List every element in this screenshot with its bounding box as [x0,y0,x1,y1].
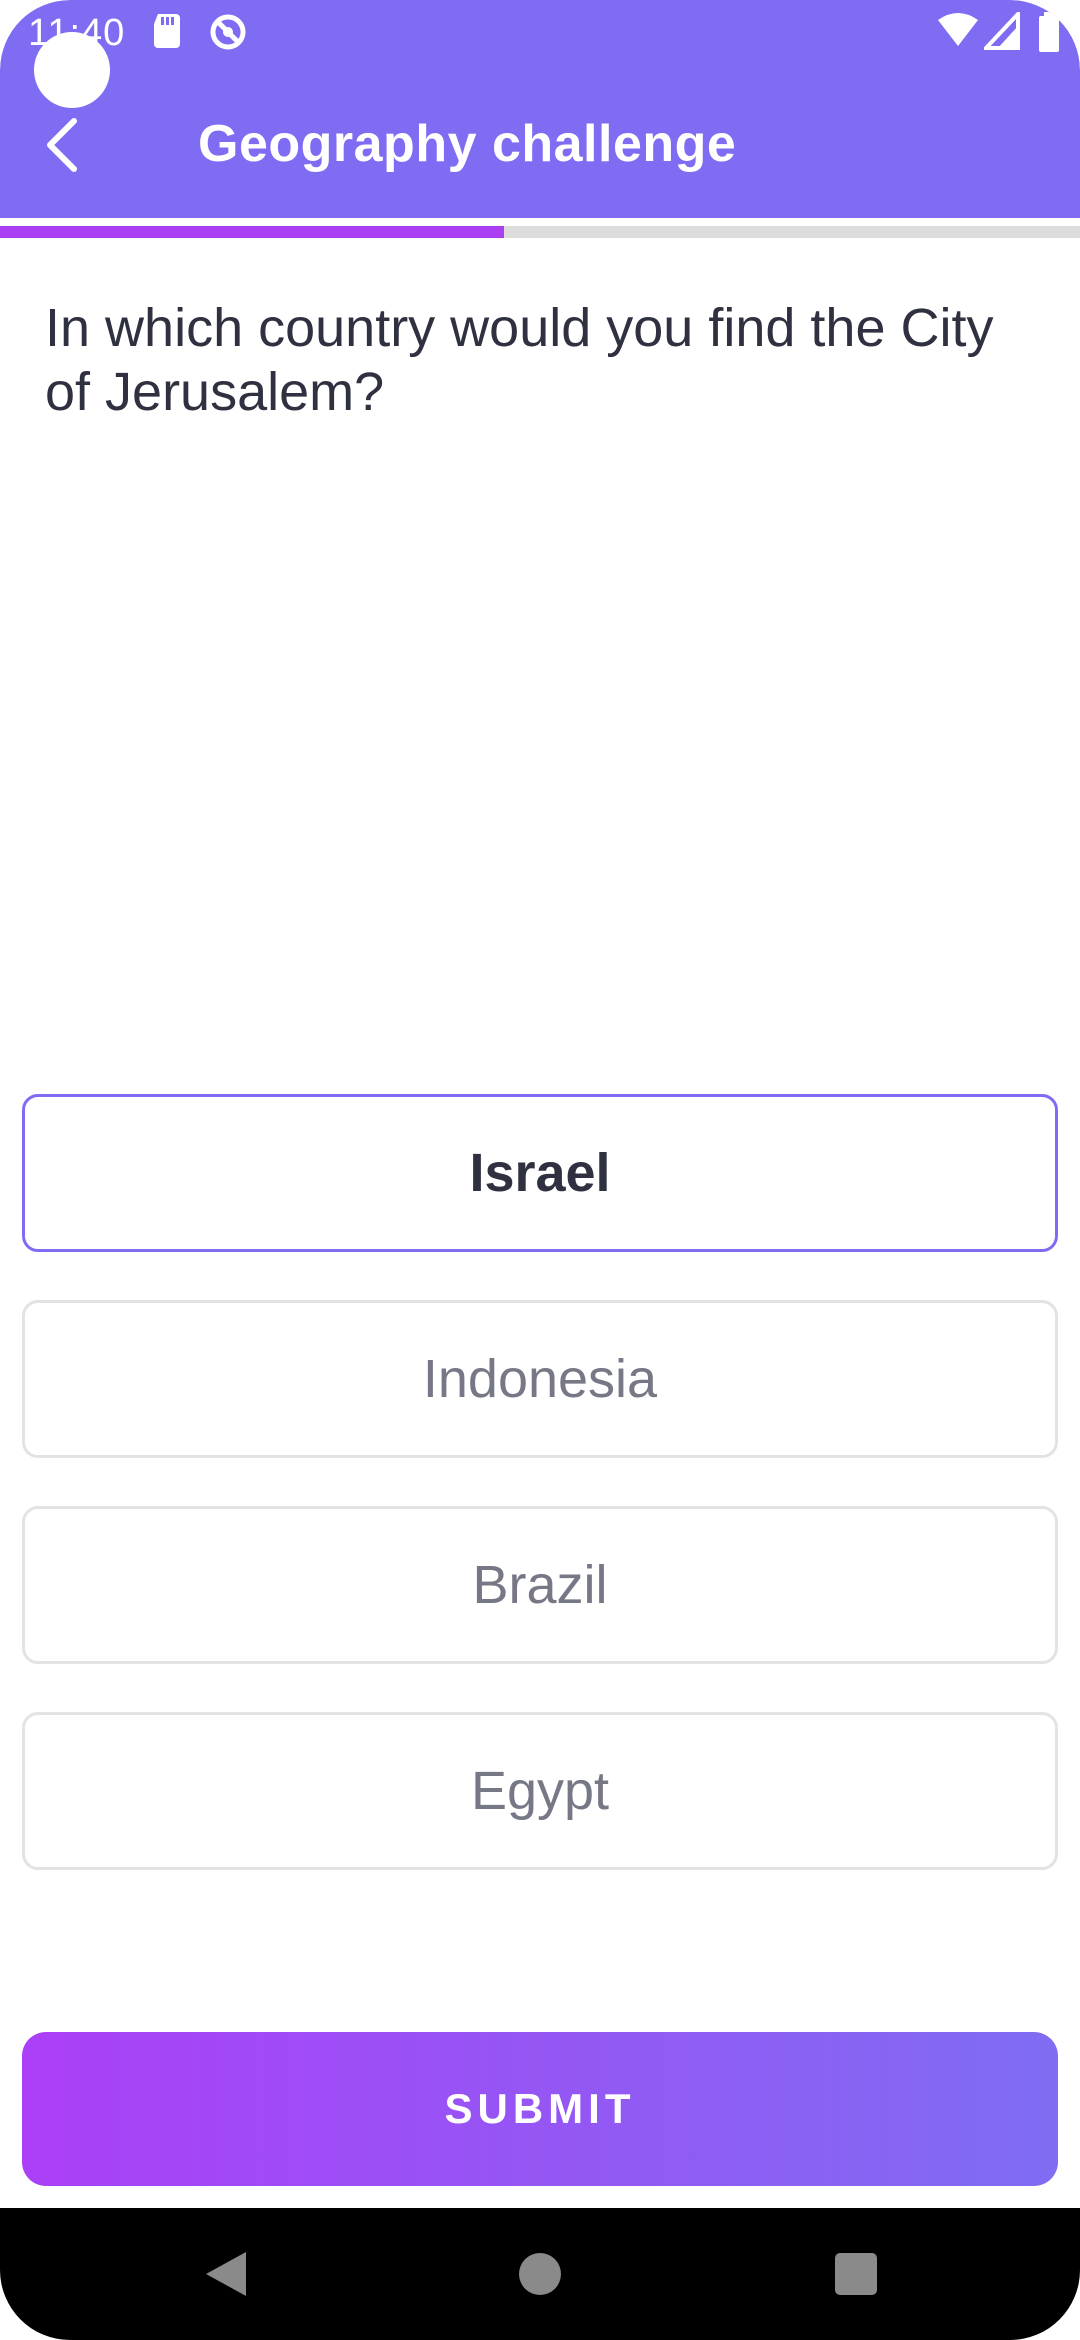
app-header: 11:40 [0,0,1080,218]
nav-home-icon[interactable] [512,2246,568,2302]
answer-option-indonesia[interactable]: Indonesia [22,1300,1058,1458]
battery-icon [1038,12,1060,52]
nav-recents-icon[interactable] [828,2246,884,2302]
back-button[interactable] [30,104,94,186]
quiz-screen: 11:40 [0,0,1080,2340]
sd-card-icon [152,12,182,52]
back-arrow-icon [47,118,77,172]
progress-fill [0,226,504,238]
nav-back-icon[interactable] [198,2246,254,2302]
location-off-icon [208,12,248,52]
submit-button[interactable]: SUBMIT [22,2032,1058,2186]
answer-option-israel[interactable]: Israel [22,1094,1058,1252]
page-title: Geography challenge [198,115,737,173]
progress-bar [0,226,1080,238]
notification-dot [34,32,110,108]
wifi-icon [936,12,980,52]
question-text: In which country would you find the City… [45,298,994,422]
signal-icon [981,8,1020,52]
answer-option-egypt[interactable]: Egypt [22,1712,1058,1870]
answer-option-brazil[interactable]: Brazil [22,1506,1058,1664]
